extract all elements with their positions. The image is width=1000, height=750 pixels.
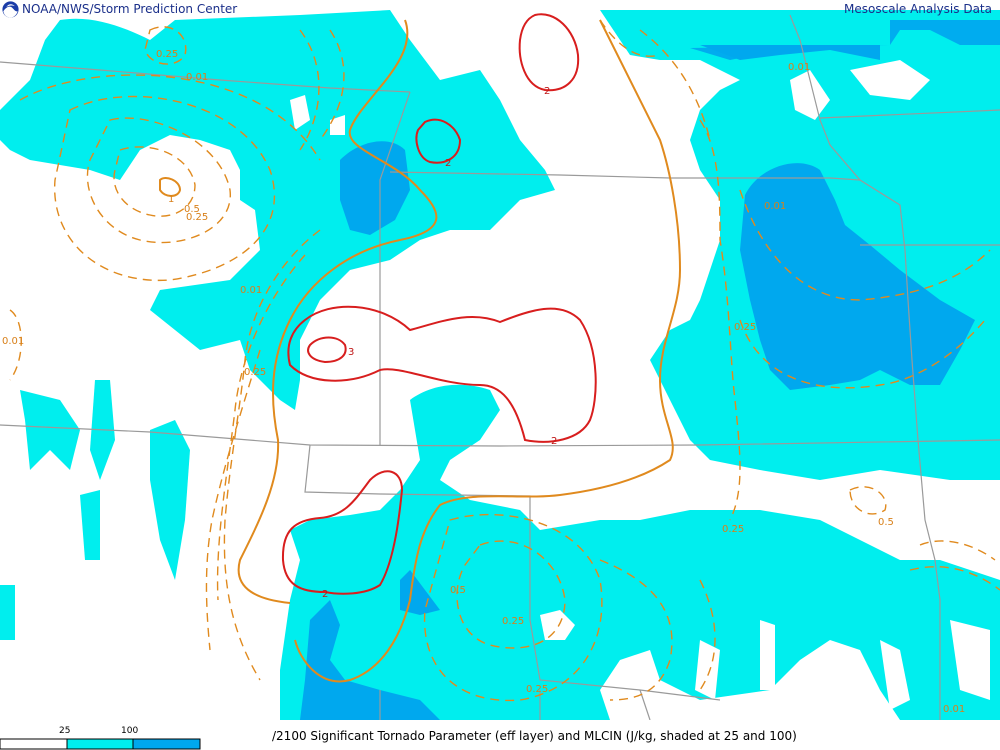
map-caption: /2100 Significant Tornado Parameter (eff… bbox=[272, 729, 797, 743]
red-label: 2 bbox=[445, 158, 451, 169]
orange-label: 0.25 bbox=[244, 367, 266, 378]
header-source: NOAA/NWS/Storm Prediction Center bbox=[22, 2, 238, 16]
orange-label: 0.01 bbox=[943, 704, 965, 715]
legend-tick-label: 100 bbox=[121, 726, 138, 736]
legend-tick-label: 25 bbox=[59, 726, 70, 736]
orange-label: 0.25 bbox=[526, 684, 548, 695]
orange-label: 0.5 bbox=[878, 517, 894, 528]
orange-label: 0.25 bbox=[502, 616, 524, 627]
red-label: 2 bbox=[551, 436, 557, 447]
orange-label: 0.01 bbox=[788, 62, 810, 73]
orange-label: 0.01 bbox=[2, 336, 24, 347]
orange-label: 0.25 bbox=[722, 524, 744, 535]
red-label: 3 bbox=[348, 347, 354, 358]
orange-label: 0.01 bbox=[764, 201, 786, 212]
legend-swatch-light bbox=[66, 738, 134, 750]
orange-label: 0.01 bbox=[186, 72, 208, 83]
orange-label: 0.25 bbox=[186, 212, 208, 223]
orange-label: 0.25 bbox=[156, 49, 178, 60]
red-label: 2 bbox=[322, 589, 328, 600]
orange-label: 0.5 bbox=[450, 585, 466, 596]
orange-label: 0.01 bbox=[240, 285, 262, 296]
mesoscale-map: 0.25 0.01 1 0.5 0.25 0.01 0.01 0.25 0.01… bbox=[0, 0, 1000, 720]
legend-swatch-dark bbox=[132, 738, 201, 750]
red-label: 2 bbox=[544, 86, 550, 97]
orange-label: 1 bbox=[168, 194, 174, 205]
header-product: Mesoscale Analysis Data bbox=[844, 2, 992, 16]
orange-label: 0.25 bbox=[734, 322, 756, 333]
shading-legend: 25 100 bbox=[0, 726, 201, 750]
noaa-logo-icon bbox=[2, 1, 19, 18]
